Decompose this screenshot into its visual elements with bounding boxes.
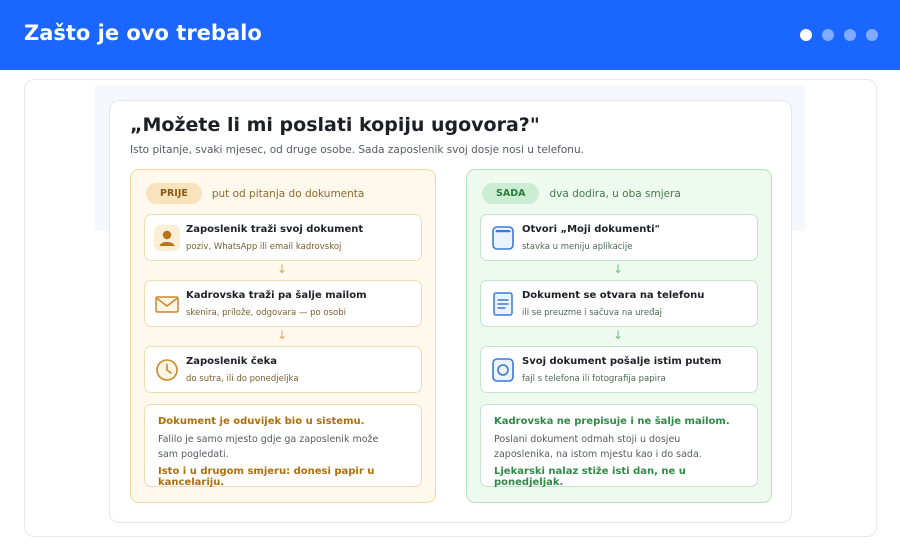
step-subtitle: do sutra, ili do ponedjeljka (186, 374, 299, 384)
after-step-1: Otvori „Moji dokumenti" stavka u meniju … (480, 214, 758, 261)
step-subtitle: fajl s telefona ili fotografija papira (522, 374, 666, 384)
summary-footnote: Isto i u drugom smjeru: donesi papir u k… (158, 466, 375, 488)
step-title: Otvori „Moji dokumenti" (522, 224, 660, 235)
step-subtitle: poziv, WhatsApp ili email kadrovskoj (186, 242, 342, 252)
summary-footnote: Ljekarski nalaz stiže isti dan, ne u pon… (494, 466, 686, 488)
before-step-1: Zaposlenik traži svoj dokument poziv, Wh… (144, 214, 422, 261)
summary-text: Poslani dokument odmah stoji u dosjeu za… (494, 434, 702, 460)
top-bar: Zašto je ovo trebalo (0, 0, 900, 70)
slide-pager (800, 29, 878, 41)
pager-dot-1[interactable] (800, 29, 812, 41)
before-step-3: Zaposlenik čeka do sutra, ili do ponedje… (144, 346, 422, 393)
summary-heading: Kadrovska ne prepisuje i ne šalje mailom… (494, 416, 730, 427)
document-icon (493, 292, 513, 316)
before-panel: PRIJE put od pitanja do dokumenta Zaposl… (130, 169, 436, 503)
before-step-2: Kadrovska traži pa šalje mailom skenira,… (144, 280, 422, 327)
clock-icon (156, 359, 178, 381)
summary-heading: Dokument je oduvijek bio u sistemu. (158, 416, 365, 427)
step-title: Zaposlenik čeka (186, 356, 277, 367)
envelope-icon (155, 296, 179, 313)
card-title: „Možete li mi poslati kopiju ugovora?" (130, 114, 540, 136)
after-summary: Kadrovska ne prepisuje i ne šalje mailom… (480, 404, 758, 488)
after-panel-header: SADA dva dodira, u oba smjera (482, 183, 681, 204)
after-panel: SADA dva dodira, u oba smjera Otvori „Mo… (466, 169, 772, 503)
pager-dot-2[interactable] (822, 29, 834, 41)
before-caption: put od pitanja do dokumenta (211, 187, 365, 200)
before-badge: PRIJE (146, 183, 202, 204)
pager-dot-3[interactable] (844, 29, 856, 41)
before-summary: Dokument je oduvijek bio u sistemu. Fali… (144, 404, 422, 488)
after-caption: dva dodira, u oba smjera (549, 187, 681, 200)
step-title: Kadrovska traži pa šalje mailom (186, 290, 367, 301)
before-panel-header: PRIJE put od pitanja do dokumenta (146, 183, 364, 204)
step-subtitle: ili se preuzme i sačuva na uređaj (522, 308, 663, 318)
comparison-card: „Možete li mi poslati kopiju ugovora?" I… (109, 100, 792, 523)
step-title: Svoj dokument pošalje istim putem (522, 356, 722, 367)
camera-icon (492, 358, 514, 382)
down-arrow-icon: ↓ (276, 262, 288, 276)
after-step-3: Svoj dokument pošalje istim putem fajl s… (480, 346, 758, 393)
person-icon (154, 225, 180, 251)
pager-dot-4[interactable] (866, 29, 878, 41)
page-title: Zašto je ovo trebalo (24, 21, 262, 45)
down-arrow-icon: ↓ (612, 262, 624, 276)
summary-text: Falilo je samo mjesto gdje ga zaposlenik… (158, 434, 379, 460)
after-step-2: Dokument se otvara na telefonu ili se pr… (480, 280, 758, 327)
card-subtitle: Isto pitanje, svaki mjesec, od druge oso… (130, 144, 584, 156)
phone-icon (492, 226, 514, 250)
step-subtitle: stavka u meniju aplikacije (522, 242, 633, 252)
after-badge: SADA (482, 183, 540, 204)
down-arrow-icon: ↓ (612, 328, 624, 342)
step-subtitle: skenira, prilože, odgovara — po osobi (186, 308, 346, 318)
step-title: Dokument se otvara na telefonu (522, 290, 705, 301)
step-title: Zaposlenik traži svoj dokument (186, 224, 364, 235)
down-arrow-icon: ↓ (276, 328, 288, 342)
